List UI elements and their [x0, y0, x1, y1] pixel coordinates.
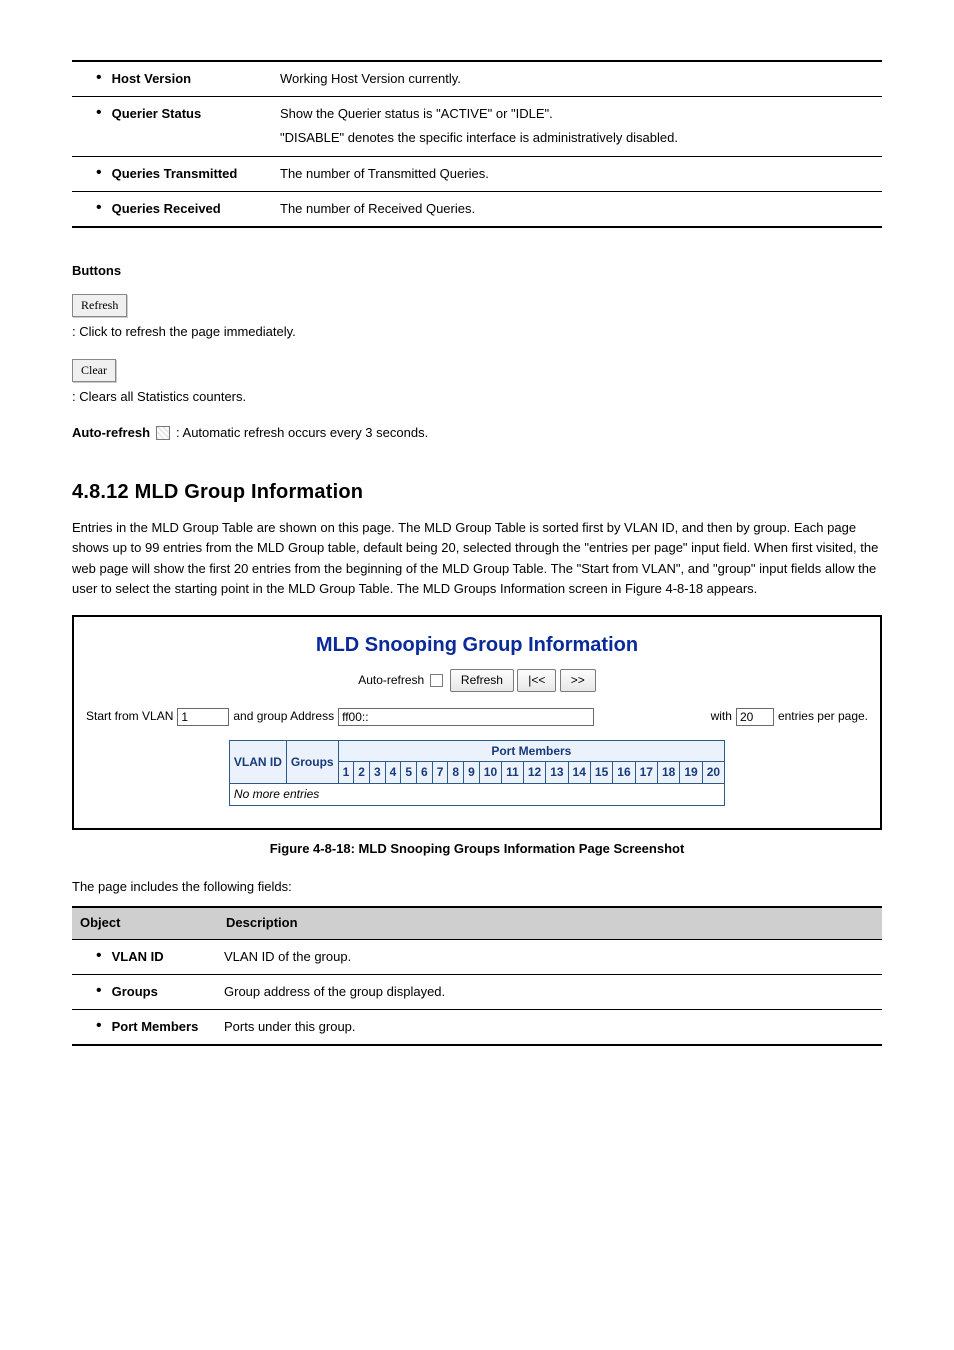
- port-col-8: 8: [448, 762, 464, 784]
- no-entries-cell: No more entries: [229, 784, 724, 806]
- port-col-16: 16: [613, 762, 635, 784]
- port-col-9: 9: [464, 762, 480, 784]
- group-address-label: and group Address: [233, 708, 334, 725]
- col-vlan-id: VLAN ID: [229, 740, 286, 784]
- port-members-desc: Ports under this group.: [218, 1009, 882, 1045]
- port-members-label: Port Members: [112, 1018, 199, 1036]
- vlan-id-desc: VLAN ID of the group.: [218, 939, 882, 974]
- port-col-4: 4: [385, 762, 401, 784]
- port-col-15: 15: [590, 762, 612, 784]
- port-col-3: 3: [369, 762, 385, 784]
- row-qtx-desc: The number of Transmitted Queries.: [274, 156, 882, 191]
- clear-button-desc: : Clears all Statistics counters.: [72, 388, 882, 406]
- start-vlan-input[interactable]: [177, 708, 229, 726]
- members-table: VLAN ID Groups Port Members 123456789101…: [229, 740, 725, 806]
- with-label: with: [711, 708, 732, 725]
- bullet-icon: •: [96, 70, 102, 86]
- col-description: Description: [218, 907, 882, 939]
- row-hostversion-desc: Working Host Version currently.: [274, 61, 882, 97]
- port-col-18: 18: [657, 762, 679, 784]
- panel-title: MLD Snooping Group Information: [86, 627, 868, 663]
- auto-refresh-label: Auto-refresh: [72, 424, 150, 442]
- groups-desc: Group address of the group displayed.: [218, 974, 882, 1009]
- filter-line: Start from VLAN and group Address with e…: [86, 708, 868, 726]
- entries-suffix: entries per page.: [778, 708, 868, 725]
- port-col-19: 19: [680, 762, 702, 784]
- auto-refresh-checkbox[interactable]: [430, 674, 443, 687]
- row-qtx-label: Queries Transmitted: [112, 165, 238, 183]
- row-qrx-label: Queries Received: [112, 200, 221, 218]
- col-groups: Groups: [286, 740, 338, 784]
- buttons-heading: Buttons: [72, 262, 882, 280]
- refresh-button[interactable]: Refresh: [450, 669, 514, 692]
- row-qrx-desc: The number of Received Queries.: [274, 191, 882, 227]
- next-page-button[interactable]: >>: [560, 669, 596, 692]
- port-col-2: 2: [354, 762, 370, 784]
- first-page-button[interactable]: |<<: [517, 669, 556, 692]
- port-col-11: 11: [502, 762, 524, 784]
- col-object: Object: [72, 907, 218, 939]
- section-heading: 4.8.12 MLD Group Information: [72, 478, 882, 506]
- port-col-10: 10: [479, 762, 501, 784]
- top-definition-table: • Host Version Working Host Version curr…: [72, 60, 882, 228]
- row-querier-label: Querier Status: [112, 105, 202, 123]
- figure-caption: Figure 4-8-18: MLD Snooping Groups Infor…: [72, 840, 882, 858]
- port-col-1: 1: [338, 762, 354, 784]
- bullet-icon: •: [96, 983, 102, 999]
- port-col-5: 5: [401, 762, 417, 784]
- bullet-icon: •: [96, 165, 102, 181]
- groups-label: Groups: [112, 983, 158, 1001]
- checkbox-icon: [156, 426, 170, 440]
- row-querier-desc: Show the Querier status is "ACTIVE" or "…: [274, 97, 882, 156]
- bullet-icon: •: [96, 105, 102, 121]
- port-col-14: 14: [568, 762, 590, 784]
- bullet-icon: •: [96, 948, 102, 964]
- col-port-members: Port Members: [338, 740, 724, 762]
- clear-button-image: Clear: [72, 359, 116, 382]
- auto-refresh-text: Auto-refresh: [358, 673, 424, 687]
- port-col-20: 20: [702, 762, 724, 784]
- start-vlan-label: Start from VLAN: [86, 708, 173, 725]
- screenshot-panel: MLD Snooping Group Information Auto-refr…: [72, 615, 882, 830]
- bottom-definition-table: Object Description • VLAN ID VLAN ID of …: [72, 906, 882, 1046]
- auto-refresh-desc: : Automatic refresh occurs every 3 secon…: [176, 424, 428, 442]
- port-col-6: 6: [417, 762, 433, 784]
- port-col-17: 17: [635, 762, 657, 784]
- vlan-id-label: VLAN ID: [112, 948, 164, 966]
- group-address-input[interactable]: [338, 708, 594, 726]
- refresh-button-desc: : Click to refresh the page immediately.: [72, 323, 882, 341]
- port-col-7: 7: [432, 762, 448, 784]
- section-paragraph: Entries in the MLD Group Table are shown…: [72, 518, 882, 599]
- page-includes-line: The page includes the following fields:: [72, 878, 882, 896]
- port-col-12: 12: [523, 762, 545, 784]
- row-hostversion-label: Host Version: [112, 70, 191, 88]
- port-col-13: 13: [546, 762, 568, 784]
- refresh-button-image: Refresh: [72, 294, 127, 317]
- entries-per-page-input[interactable]: [736, 708, 774, 726]
- panel-controls: Auto-refresh Refresh |<< >>: [86, 669, 868, 692]
- bullet-icon: •: [96, 1018, 102, 1034]
- page: • Host Version Working Host Version curr…: [0, 0, 954, 1086]
- bullet-icon: •: [96, 200, 102, 216]
